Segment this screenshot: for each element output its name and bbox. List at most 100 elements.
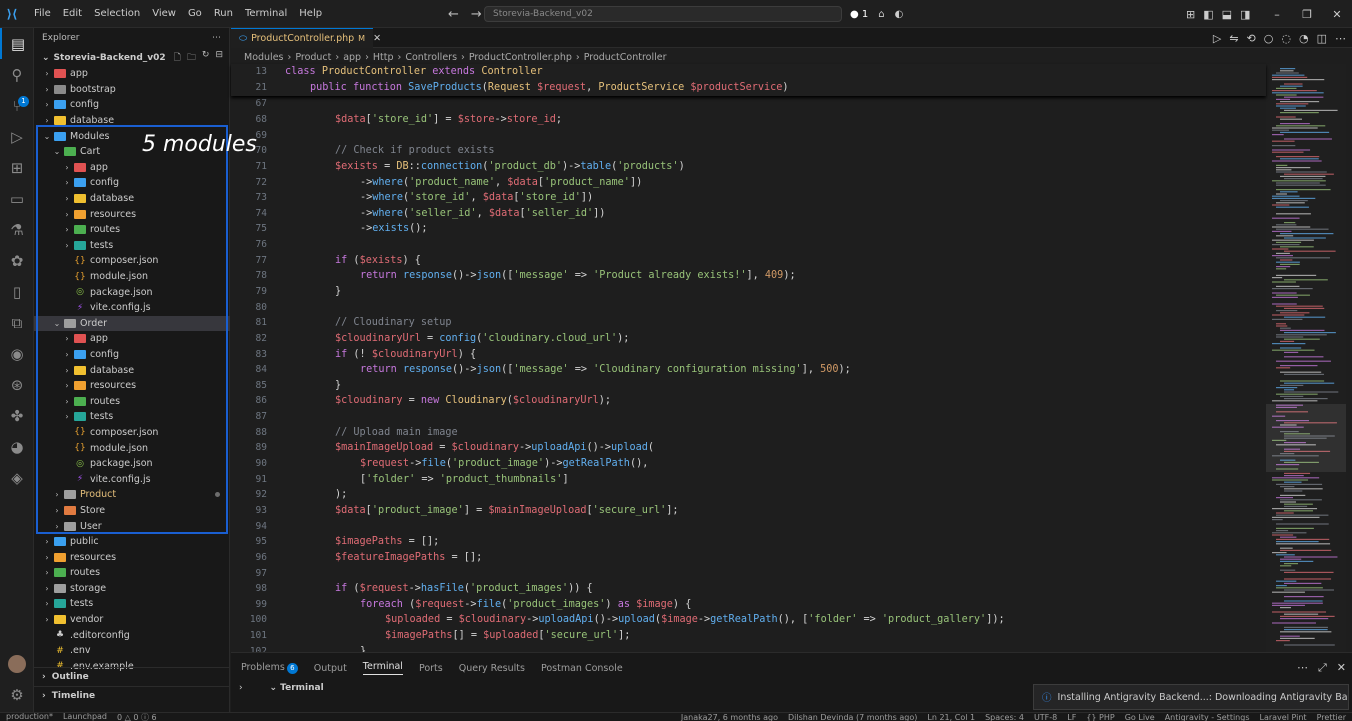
status-item[interactable]: UTF-8: [1034, 713, 1057, 721]
file-item[interactable]: ◎ package.json: [34, 456, 230, 472]
chevron-down-icon[interactable]: ⌄: [42, 132, 52, 141]
breadcrumb-item[interactable]: ProductController: [584, 52, 667, 63]
split-editor-icon[interactable]: ◫: [1317, 32, 1327, 45]
status-item[interactable]: {} PHP: [1086, 713, 1114, 721]
folder-item[interactable]: › config: [34, 97, 230, 113]
changes-indicator[interactable]: ● 1: [850, 9, 868, 20]
maximize-icon[interactable]: ❐: [1292, 8, 1322, 21]
folder-item[interactable]: › resources: [34, 206, 230, 222]
chevron-right-icon[interactable]: ›: [62, 225, 72, 234]
live-share-icon[interactable]: ⊛: [0, 369, 34, 400]
tab-product-controller[interactable]: ⬭ ProductController.php M ✕: [231, 28, 381, 48]
status-item[interactable]: Prettier: [1317, 713, 1346, 721]
laravel-icon[interactable]: ◕: [0, 431, 34, 462]
timeline-icon[interactable]: ◌: [1281, 32, 1291, 45]
file-item[interactable]: {} module.json: [34, 269, 230, 285]
account-icon[interactable]: ◐: [895, 9, 904, 20]
chevron-right-icon[interactable]: ›: [42, 537, 52, 546]
folder-item[interactable]: › config: [34, 175, 230, 191]
chevron-right-icon[interactable]: ›: [62, 178, 72, 187]
panel-tab-output[interactable]: Output: [314, 663, 347, 674]
file-item[interactable]: ⚡ vite.config.js: [34, 300, 230, 316]
source-control-icon[interactable]: ⑂: [0, 90, 34, 121]
panel-tab-terminal[interactable]: Terminal: [362, 661, 403, 675]
toggle-panel-icon[interactable]: ⬓: [1222, 8, 1232, 21]
chevron-right-icon[interactable]: ›: [42, 599, 52, 608]
folder-item[interactable]: › storage: [34, 581, 230, 597]
chevron-right-icon[interactable]: ›: [62, 366, 72, 375]
chevron-right-icon[interactable]: ›: [42, 85, 52, 94]
folder-item[interactable]: › app: [34, 160, 230, 176]
folder-item[interactable]: › Product: [34, 487, 230, 503]
folder-item[interactable]: › tests: [34, 409, 230, 425]
chevron-right-icon[interactable]: ›: [62, 241, 72, 250]
menu-item-go[interactable]: Go: [182, 0, 208, 28]
chevron-down-icon[interactable]: ⌄: [52, 147, 62, 156]
file-item[interactable]: # .env: [34, 643, 230, 659]
minimap[interactable]: [1266, 64, 1346, 652]
status-item[interactable]: 0 △ 0 ⓘ 6: [117, 713, 157, 721]
breadcrumb-item[interactable]: ProductController.php: [469, 52, 572, 63]
status-item[interactable]: Ln 21, Col 1: [927, 713, 975, 721]
chevron-right-icon[interactable]: ›: [52, 506, 62, 515]
status-item[interactable]: LF: [1067, 713, 1076, 721]
customize-layout-icon[interactable]: ⊞: [1186, 8, 1195, 21]
chevron-right-icon[interactable]: ›: [239, 683, 243, 693]
circle-icon[interactable]: ○: [1264, 32, 1274, 45]
docker-icon[interactable]: ▯: [0, 276, 34, 307]
file-item[interactable]: {} module.json: [34, 440, 230, 456]
testing-icon[interactable]: ⚗: [0, 214, 34, 245]
menu-item-edit[interactable]: Edit: [57, 0, 88, 28]
database-icon[interactable]: ⧉: [0, 307, 34, 338]
folder-item[interactable]: › resources: [34, 549, 230, 565]
project-header[interactable]: ⌄ Storevia-Backend_v02 🗋 🗀 ↻ ⊟: [34, 48, 229, 68]
chevron-right-icon[interactable]: ›: [42, 615, 52, 624]
new-file-icon[interactable]: 🗋: [174, 50, 181, 66]
terminal-label[interactable]: ⌄ Terminal: [269, 683, 323, 693]
chevron-right-icon[interactable]: ›: [62, 163, 72, 172]
folder-item[interactable]: › routes: [34, 393, 230, 409]
chevron-right-icon[interactable]: ›: [42, 100, 52, 109]
close-panel-icon[interactable]: ✕: [1337, 661, 1346, 675]
status-item[interactable]: Janaka27, 6 months ago: [681, 713, 778, 721]
file-item[interactable]: ⚡ vite.config.js: [34, 471, 230, 487]
run-debug-icon[interactable]: ▷: [0, 121, 34, 152]
chevron-right-icon[interactable]: ›: [62, 412, 72, 421]
back-arrow-icon[interactable]: ←: [448, 7, 459, 22]
manage-gear-icon[interactable]: ⚙: [0, 679, 34, 710]
chevron-right-icon[interactable]: ›: [42, 584, 52, 593]
menu-item-run[interactable]: Run: [208, 0, 239, 28]
remote-explorer-icon[interactable]: ▭: [0, 183, 34, 214]
toggle-secondary-sidebar-icon[interactable]: ◨: [1240, 8, 1250, 21]
chevron-right-icon[interactable]: ›: [62, 397, 72, 406]
menu-item-help[interactable]: Help: [293, 0, 328, 28]
chevron-right-icon[interactable]: ›: [52, 490, 62, 499]
file-item[interactable]: {} composer.json: [34, 425, 230, 441]
avatar[interactable]: [8, 655, 26, 673]
menu-item-terminal[interactable]: Terminal: [239, 0, 293, 28]
folder-item[interactable]: › database: [34, 362, 230, 378]
folder-item[interactable]: ⌄ Order: [34, 315, 230, 332]
chevron-right-icon[interactable]: ›: [52, 522, 62, 531]
folder-item[interactable]: › public: [34, 534, 230, 550]
chevron-right-icon[interactable]: ›: [42, 116, 52, 125]
panel-tab-query-results[interactable]: Query Results: [459, 663, 525, 674]
chevron-right-icon[interactable]: ›: [62, 334, 72, 343]
notification-toast[interactable]: ⓘ Installing Antigravity Backend...: Dow…: [1033, 684, 1349, 710]
status-item[interactable]: Dilshan Devinda (7 months ago): [788, 713, 917, 721]
folder-item[interactable]: › app: [34, 66, 230, 82]
chevron-down-icon[interactable]: ⌄: [52, 319, 62, 328]
panel-tab-problems[interactable]: Problems 6: [241, 662, 298, 674]
search-icon[interactable]: ⚲: [0, 59, 34, 90]
status-item[interactable]: Antigravity - Settings: [1165, 713, 1250, 721]
menu-item-selection[interactable]: Selection: [88, 0, 146, 28]
explorer-icon[interactable]: ▤: [0, 28, 34, 59]
close-tab-icon[interactable]: ✕: [373, 33, 381, 44]
file-item[interactable]: {} composer.json: [34, 253, 230, 269]
go-back-icon[interactable]: ⟲: [1247, 32, 1256, 45]
timeline-section[interactable]: › Timeline: [34, 686, 230, 704]
folder-item[interactable]: › resources: [34, 378, 230, 394]
vscode-logo-icon[interactable]: ⟩⟨: [0, 0, 24, 28]
file-item[interactable]: ♣ .editorconfig: [34, 627, 230, 643]
refresh-icon[interactable]: ↻: [202, 50, 210, 66]
